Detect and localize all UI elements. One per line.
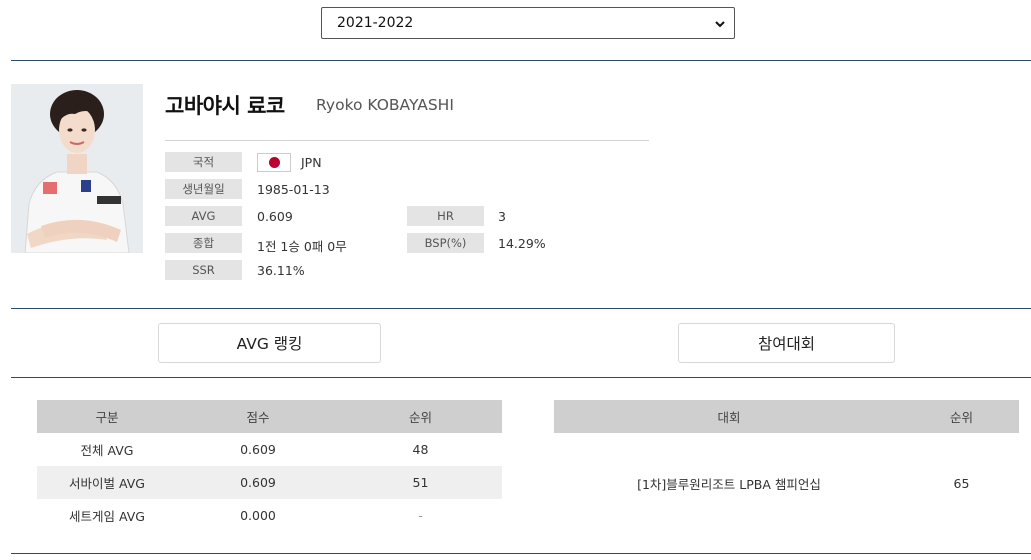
column-header: 구분	[37, 400, 177, 433]
table-cell: 0.609	[177, 466, 339, 499]
hr-value: 3	[498, 209, 506, 224]
column-header: 대회	[554, 400, 904, 433]
chevron-down-icon	[715, 21, 725, 28]
birthdate-value: 1985-01-13	[257, 182, 330, 197]
player-name-korean: 고바야시 료코	[165, 94, 285, 118]
table-cell: 48	[412, 442, 429, 457]
player-photo	[11, 84, 143, 253]
table-header-row: 구분 점수 순위	[37, 400, 502, 433]
divider-tabs	[11, 377, 1031, 378]
table-cell: -	[418, 508, 423, 523]
table-cell: 세트게임 AVG	[69, 509, 145, 524]
record-label: 종합	[165, 233, 242, 253]
table-cell: 전체 AVG	[80, 443, 134, 458]
tournament-name-link[interactable]: [1차]블루원리조트 LPBA 챔피언십	[554, 433, 904, 533]
avg-label: AVG	[165, 206, 242, 226]
nationality-label: 국적	[165, 152, 242, 172]
table-row: 세트게임 AVG 0.000 -	[37, 499, 502, 532]
bsp-value: 14.29%	[498, 236, 546, 251]
table-row: 서바이벌 AVG 0.609 51	[37, 466, 502, 499]
table-header-row: 대회 순위	[554, 400, 1019, 433]
bsp-label: BSP(%)	[407, 233, 484, 253]
season-select-value: 2021-2022	[337, 15, 414, 31]
season-select[interactable]: 2021-2022	[321, 7, 735, 39]
ssr-value: 36.11%	[257, 263, 305, 278]
column-header: 순위	[339, 400, 502, 433]
table-cell: 51	[339, 466, 502, 499]
nationality-value: JPN	[301, 155, 322, 170]
ssr-label: SSR	[165, 260, 242, 280]
tab-avg-ranking[interactable]: AVG 랭킹	[158, 323, 381, 363]
avg-ranking-table: 구분 점수 순위 전체 AVG 0.609 48 서바이벌 AVG 0.609 …	[37, 400, 502, 532]
japan-flag-icon	[257, 153, 291, 172]
column-header: 점수	[177, 400, 339, 433]
tab-tournaments[interactable]: 참여대회	[678, 323, 895, 363]
divider-bottom	[11, 553, 1031, 554]
record-value: 1전 1승 0패 0무	[257, 239, 347, 254]
table-row: 전체 AVG 0.609 48	[37, 433, 502, 466]
table-cell: 서바이벌 AVG	[37, 466, 177, 499]
table-cell: 0.000	[240, 508, 276, 523]
birthdate-label: 생년월일	[165, 179, 242, 199]
hr-label: HR	[407, 206, 484, 226]
name-divider	[165, 140, 649, 141]
player-name-english: Ryoko KOBAYASHI	[316, 96, 454, 114]
tournament-table: 대회 순위 [1차]블루원리조트 LPBA 챔피언십 65	[554, 400, 1019, 533]
table-cell: 0.609	[240, 442, 276, 457]
table-row[interactable]: [1차]블루원리조트 LPBA 챔피언십 65	[554, 433, 1019, 533]
table-cell: 65	[953, 475, 970, 491]
avg-value: 0.609	[257, 209, 293, 224]
divider-profile	[11, 308, 1031, 309]
divider-top	[11, 60, 1031, 61]
column-header: 순위	[904, 400, 1019, 433]
